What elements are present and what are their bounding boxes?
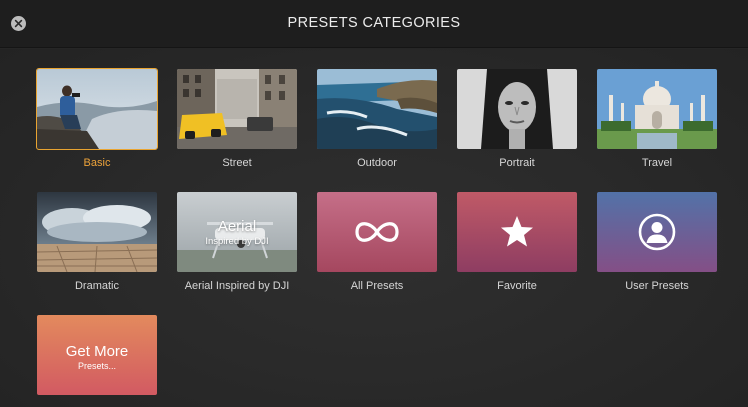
presets-grid: Basic Street Outdoor Portrait Travel Dra…	[0, 49, 748, 407]
preset-label-dramatic: Dramatic	[74, 280, 119, 292]
preset-thumb-outdoor[interactable]	[317, 69, 437, 149]
preset-label-basic: Basic	[83, 157, 111, 169]
preset-tile-travel[interactable]: Travel	[597, 69, 717, 169]
preset-label-street: Street	[222, 157, 252, 169]
preset-label-travel: Travel	[641, 157, 673, 169]
portrait-photo	[457, 69, 577, 149]
preset-label-all-presets: All Presets	[350, 280, 404, 292]
preset-tile-basic[interactable]: Basic	[36, 68, 158, 169]
get-more-presets-button[interactable]: Get More Presets...	[37, 315, 157, 395]
preset-tile-favorite[interactable]: Favorite	[457, 192, 577, 292]
preset-tile-user-presets[interactable]: User Presets	[597, 192, 717, 292]
preset-label-aerial: Aerial Inspired by DJI	[184, 280, 290, 292]
preset-thumb-basic[interactable]	[36, 68, 158, 150]
preset-tile-street[interactable]: Street	[177, 69, 297, 169]
preset-thumb-aerial[interactable]: Aerial Inspired by DJI	[177, 192, 297, 272]
basic-photo	[37, 69, 157, 149]
preset-label-user-presets: User Presets	[625, 280, 689, 292]
travel-photo	[597, 69, 717, 149]
preset-thumb-user-presets[interactable]	[597, 192, 717, 272]
preset-thumb-portrait[interactable]	[457, 69, 577, 149]
preset-label-portrait: Portrait	[499, 157, 535, 169]
preset-thumb-dramatic[interactable]	[37, 192, 157, 272]
preset-thumb-travel[interactable]	[597, 69, 717, 149]
preset-thumb-favorite[interactable]	[457, 192, 577, 272]
preset-tile-portrait[interactable]: Portrait	[457, 69, 577, 169]
aerial-overlay-subtitle: Inspired by DJI	[205, 236, 269, 247]
preset-thumb-all-presets[interactable]	[317, 192, 437, 272]
preset-tile-aerial[interactable]: Aerial Inspired by DJI Aerial Inspired b…	[177, 192, 297, 292]
preset-thumb-street[interactable]	[177, 69, 297, 149]
user-icon	[638, 213, 676, 251]
window-title: PRESETS CATEGORIES	[287, 15, 461, 31]
preset-label-favorite: Favorite	[497, 280, 537, 292]
preset-tile-outdoor[interactable]: Outdoor	[317, 69, 437, 169]
preset-label-outdoor: Outdoor	[357, 157, 397, 169]
star-icon	[501, 216, 533, 247]
get-more-subtitle: Presets...	[77, 361, 116, 371]
dramatic-photo	[37, 192, 157, 272]
preset-tile-dramatic[interactable]: Dramatic	[37, 192, 157, 292]
title-bar: PRESETS CATEGORIES	[0, 0, 748, 48]
get-more-presets-tile[interactable]: Get More Presets...	[37, 315, 157, 395]
get-more-title: Get More	[65, 343, 129, 360]
aerial-overlay-title: Aerial	[217, 218, 257, 235]
street-photo	[177, 69, 297, 149]
preset-tile-all-presets[interactable]: All Presets	[317, 192, 437, 292]
outdoor-photo	[317, 69, 437, 149]
infinity-icon	[355, 222, 399, 242]
